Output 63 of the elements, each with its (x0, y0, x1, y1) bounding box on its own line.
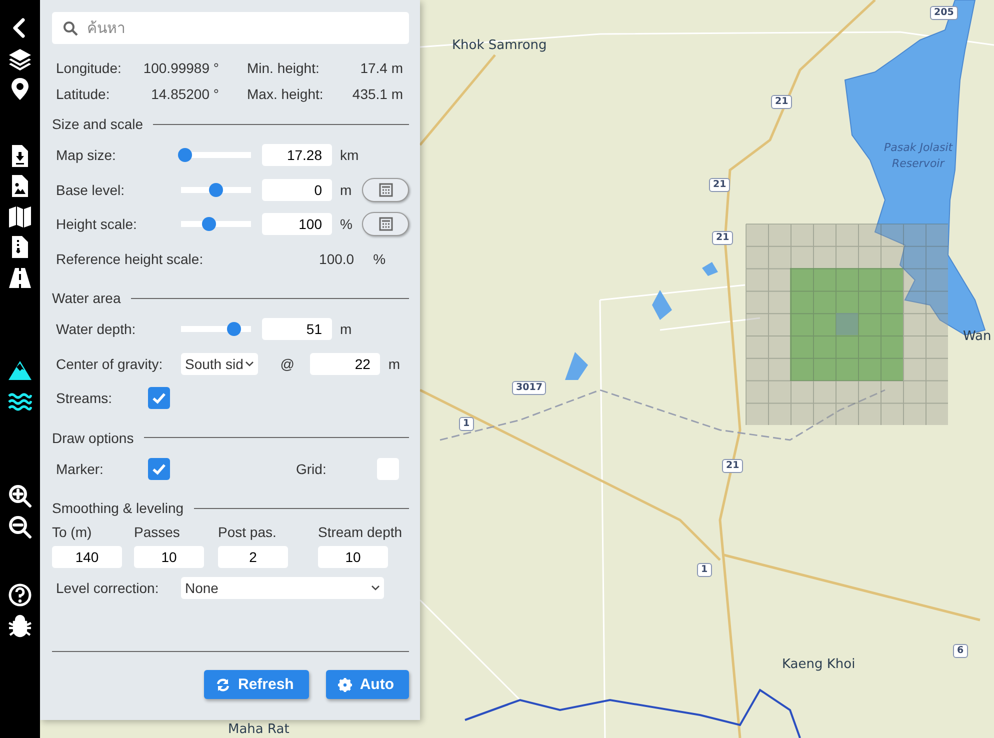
place-label: Maha Rat (228, 722, 290, 737)
road-number-sign: 6 (953, 644, 968, 658)
info-label: Max. height: (246, 86, 324, 102)
info-value: 100.99989 ° (142, 60, 219, 76)
info-label: Min. height: (246, 60, 320, 76)
field-label: Base level: (56, 180, 126, 199)
number-input[interactable]: 140 (52, 546, 122, 568)
road-number-sign: 21 (722, 459, 744, 473)
at-sign: @ (280, 356, 294, 372)
road-number-sign: 1 (459, 417, 474, 431)
reservoir-label: Reservoir (892, 157, 944, 170)
number-input[interactable]: 10 (318, 546, 388, 568)
number-input[interactable]: 51 (262, 318, 332, 340)
info-value: 435.1 m (351, 86, 403, 102)
dropdown[interactable]: None (181, 577, 384, 599)
number-input[interactable]: 10 (134, 546, 204, 568)
checkbox-label: Marker: (56, 460, 104, 477)
column-label: To (m) (52, 524, 93, 540)
auto-button[interactable]: Auto (326, 670, 409, 699)
road-number-sign: 21 (712, 231, 734, 245)
search-field[interactable]: ค้นหา (52, 12, 409, 44)
unit-label: m (340, 321, 353, 338)
section-title: Draw options (52, 430, 134, 446)
number-input[interactable]: 0 (262, 178, 332, 201)
number-input[interactable]: 17.28 (262, 144, 332, 166)
road-number-sign: 21 (771, 95, 792, 109)
reservoir-label: Pasak Jolasit (884, 141, 953, 154)
place-label: Wan (963, 329, 992, 344)
section-title: Smoothing & leveling (52, 500, 184, 516)
field-label: Height scale: (56, 215, 138, 234)
section-title: Water area (52, 290, 121, 306)
place-label: Khok Samrong (452, 38, 547, 53)
unit-label: % (340, 216, 354, 232)
value-text: 100.0 (318, 250, 354, 267)
road-number-sign: 21 (709, 178, 730, 192)
info-label: Longitude: (56, 60, 122, 76)
unit-label: m (388, 356, 402, 372)
place-label: Kaeng Khoi (782, 657, 856, 672)
column-label: Passes (134, 524, 181, 540)
field-label: Reference height scale: (56, 250, 204, 268)
field-label: Center of gravity: (56, 354, 164, 373)
road-number-sign: 205 (930, 6, 958, 20)
info-value: 14.85200 ° (150, 86, 219, 102)
unit-label: % (373, 250, 387, 267)
info-label: Latitude: (56, 86, 111, 102)
field-label: Water depth: (56, 320, 137, 338)
section-title: Size and scale (52, 116, 144, 132)
number-input[interactable]: 2 (218, 546, 288, 568)
number-input[interactable]: 22 (310, 352, 380, 375)
number-input[interactable]: 100 (262, 213, 332, 236)
refresh-button[interactable]: Refresh (204, 670, 309, 699)
checkbox-label: Grid: (296, 460, 328, 477)
dropdown[interactable]: South sid (181, 352, 258, 375)
unit-label: m (340, 182, 353, 198)
column-label: Stream depth (318, 524, 404, 540)
column-label: Post pas. (218, 524, 278, 540)
road-number-sign: 3017 (512, 381, 546, 395)
road-number-sign: 1 (697, 563, 712, 577)
field-label: Map size: (56, 146, 117, 164)
unit-label: km (340, 147, 360, 164)
field-label: Level correction: (56, 579, 160, 597)
checkbox-label: Streams: (56, 390, 114, 406)
info-value: 17.4 m (359, 60, 403, 76)
